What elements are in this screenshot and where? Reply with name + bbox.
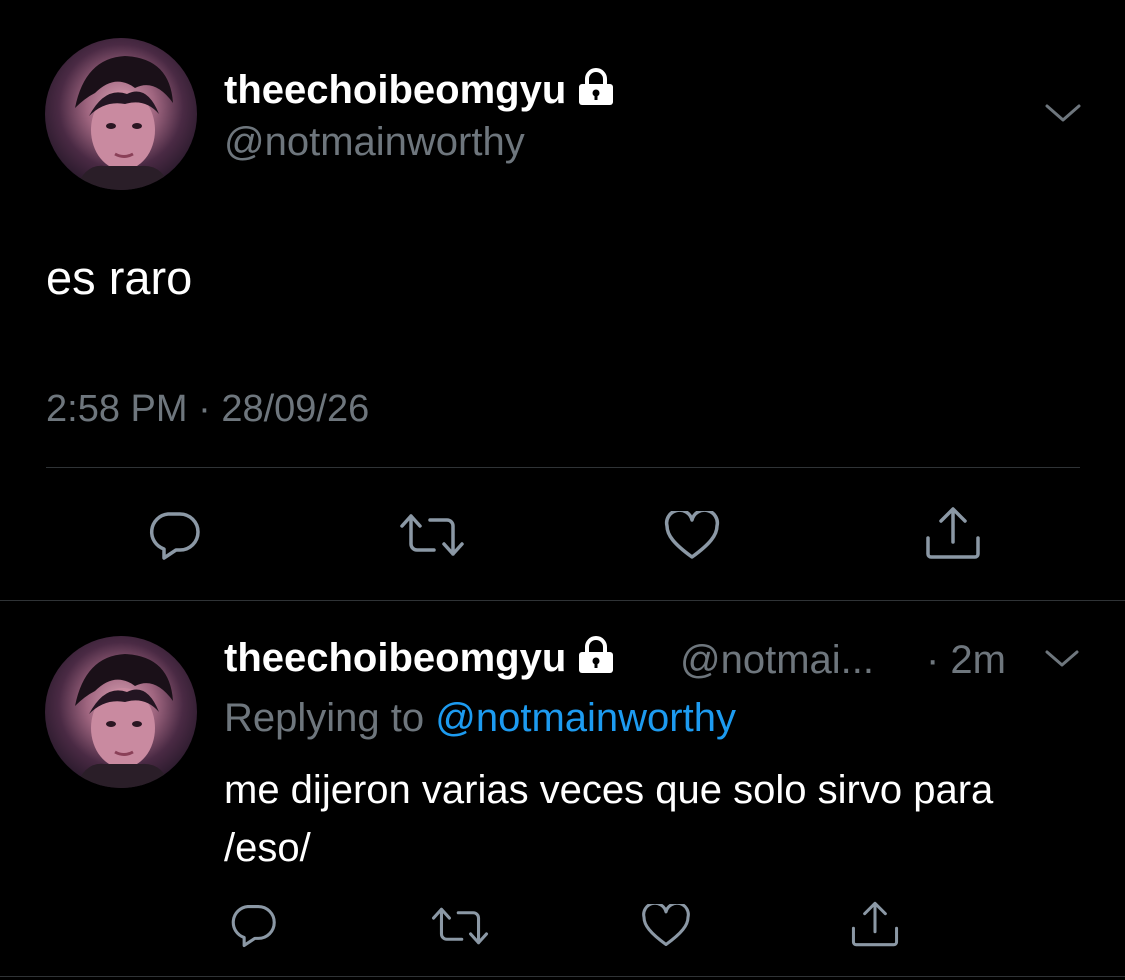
share-button[interactable] xyxy=(850,900,900,953)
reply-button[interactable] xyxy=(228,903,278,954)
avatar-image xyxy=(75,654,173,788)
avatar[interactable] xyxy=(45,636,197,788)
display-name[interactable]: theechoibeomgyu xyxy=(224,68,616,116)
retweet-button[interactable] xyxy=(398,512,466,563)
avatar-image xyxy=(75,56,173,190)
like-icon xyxy=(664,508,720,559)
avatar[interactable] xyxy=(45,38,197,190)
bottom-divider xyxy=(0,976,1125,977)
tweet-age[interactable]: · 2m xyxy=(926,638,1006,683)
handle[interactable]: @notmainworthy xyxy=(224,120,525,165)
like-button[interactable] xyxy=(641,901,691,953)
tweet-text: es raro xyxy=(46,251,193,304)
display-name[interactable]: theechoibeomgyu xyxy=(224,636,616,684)
chevron-down-icon[interactable] xyxy=(1044,102,1082,131)
retweet-icon xyxy=(400,514,464,556)
retweet-icon xyxy=(431,907,489,945)
tweet-time[interactable]: 2:58 PM xyxy=(46,388,188,430)
reply-button[interactable] xyxy=(146,510,202,567)
display-name-text: theechoibeomgyu xyxy=(224,636,567,680)
replying-to-label: Replying to xyxy=(224,696,425,740)
lock-icon xyxy=(576,636,616,684)
lock-icon xyxy=(576,68,616,116)
tweet-meta: 2:58 PM · 28/09/26 xyxy=(46,388,369,431)
share-icon xyxy=(926,507,980,559)
share-icon xyxy=(851,901,899,947)
like-icon xyxy=(642,901,690,947)
share-button[interactable] xyxy=(924,506,982,565)
tweet-date[interactable]: 28/09/26 xyxy=(221,388,369,430)
reply-icon xyxy=(231,904,276,948)
divider xyxy=(46,467,1080,468)
chevron-down-icon[interactable] xyxy=(1044,648,1080,675)
display-name-text: theechoibeomgyu xyxy=(224,68,567,112)
retweet-button[interactable] xyxy=(430,905,490,952)
replying-to: Replying to @notmainworthy xyxy=(224,696,736,741)
tweet-text: me dijeron varias veces que solo sirvo p… xyxy=(224,768,994,870)
mention-link[interactable]: @notmainworthy xyxy=(435,696,736,740)
reply-icon xyxy=(149,512,200,560)
separator: · xyxy=(198,388,211,430)
like-button[interactable] xyxy=(664,508,720,566)
tweet-separator xyxy=(0,600,1125,601)
handle[interactable]: @notmai... xyxy=(680,638,874,683)
